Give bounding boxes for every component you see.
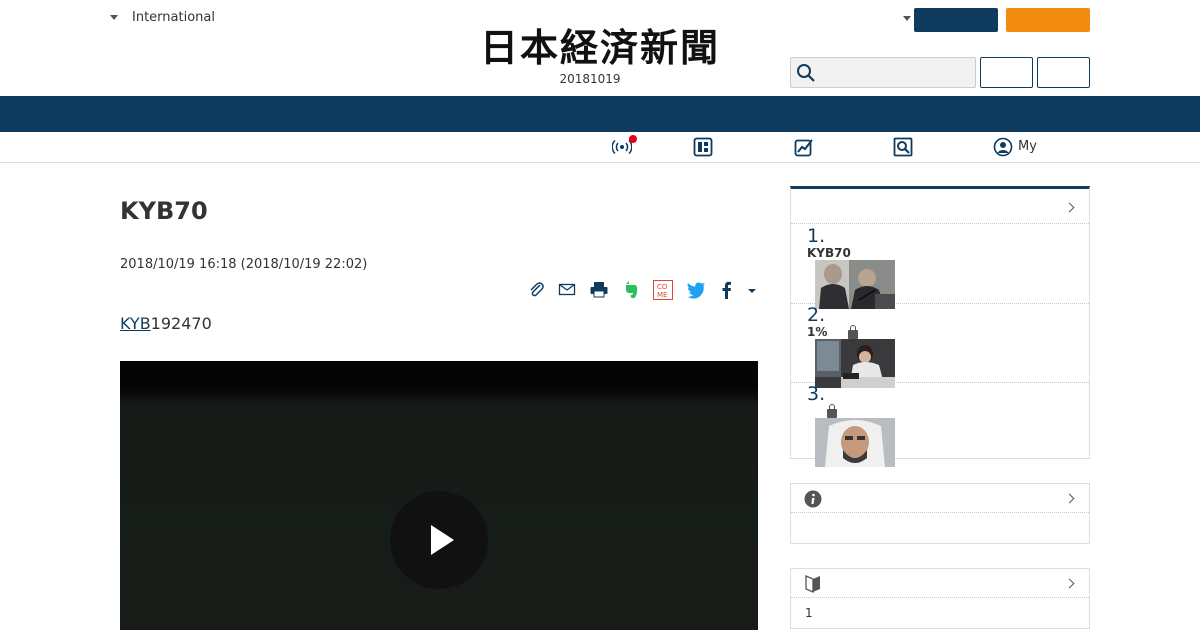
ranking-box: 1. KYB70 2. 1% 3.: [790, 186, 1090, 467]
article-title: KYB70: [120, 197, 208, 225]
search-input[interactable]: [790, 57, 976, 88]
sub-nav: My: [0, 132, 1200, 163]
svg-text:ME: ME: [657, 291, 667, 299]
lock-icon: [848, 325, 858, 339]
beginner-mark-icon: [805, 575, 820, 593]
notification-dot: [629, 135, 637, 143]
comment-icon[interactable]: CO ME: [653, 280, 673, 300]
rank-number: 3.: [807, 383, 826, 405]
company-link[interactable]: KYB: [120, 314, 151, 333]
rank-number: 2.: [807, 304, 826, 326]
ranking-item-2[interactable]: 2. 1%: [791, 304, 1089, 388]
site-header: International 日本経済新聞 20181019: [0, 0, 1200, 96]
play-button[interactable]: [390, 491, 488, 589]
header-button-1[interactable]: [980, 57, 1033, 88]
info-icon: [804, 490, 822, 508]
facebook-icon[interactable]: [717, 280, 737, 300]
user-icon[interactable]: [993, 137, 1013, 157]
print-icon[interactable]: [589, 280, 609, 300]
search-icon: [797, 64, 815, 82]
region-selector[interactable]: International: [110, 10, 215, 25]
ranking-item-3[interactable]: 3.: [791, 383, 1089, 467]
evernote-icon[interactable]: [621, 280, 641, 300]
chevron-right-icon: [1064, 202, 1075, 213]
edition-date: 20181019: [559, 72, 621, 86]
region-label: International: [132, 10, 215, 25]
caret-down-icon[interactable]: [903, 16, 911, 21]
mail-icon[interactable]: [557, 280, 577, 300]
published-date: 2018/10/19 16:18 (2018/10/19 22:02): [120, 257, 368, 272]
ranking-thumbnail: [815, 418, 895, 467]
ranking-thumbnail: [815, 339, 895, 388]
main-nav-bar: [0, 96, 1200, 132]
chart-icon[interactable]: [794, 137, 814, 157]
more-share-caret-icon[interactable]: [748, 289, 756, 293]
subscribe-button[interactable]: [1006, 8, 1090, 32]
rank-number: 1.: [807, 225, 826, 247]
ranking-header[interactable]: [791, 189, 1089, 224]
clip-icon[interactable]: [527, 280, 547, 300]
video-player[interactable]: [120, 361, 758, 630]
login-button[interactable]: [914, 8, 998, 32]
site-logo[interactable]: 日本経済新聞: [450, 26, 750, 70]
paper-icon[interactable]: [693, 137, 713, 157]
beginner-box-header[interactable]: [791, 569, 1089, 598]
ranking-item-1[interactable]: 1. KYB70: [791, 225, 1089, 309]
lead-text: 192470: [150, 314, 212, 333]
article-lead: KYB192470: [120, 314, 212, 333]
rank-title: 1%: [807, 325, 828, 339]
chevron-right-icon: [1064, 493, 1075, 504]
search-box-icon[interactable]: [893, 137, 913, 157]
header-button-2[interactable]: [1037, 57, 1090, 88]
rank-title: KYB70: [807, 246, 851, 260]
beginner-box-text: 1: [805, 606, 813, 620]
ranking-thumbnail: [815, 260, 895, 309]
my-page-label[interactable]: My: [1018, 139, 1037, 154]
chevron-right-icon: [1064, 578, 1075, 589]
info-box: [790, 483, 1090, 544]
beginner-box: 1: [790, 568, 1090, 629]
svg-text:CO: CO: [657, 283, 668, 291]
lock-icon: [827, 404, 837, 418]
twitter-icon[interactable]: [686, 280, 706, 300]
caret-down-icon: [110, 15, 118, 20]
info-box-header[interactable]: [791, 484, 1089, 513]
